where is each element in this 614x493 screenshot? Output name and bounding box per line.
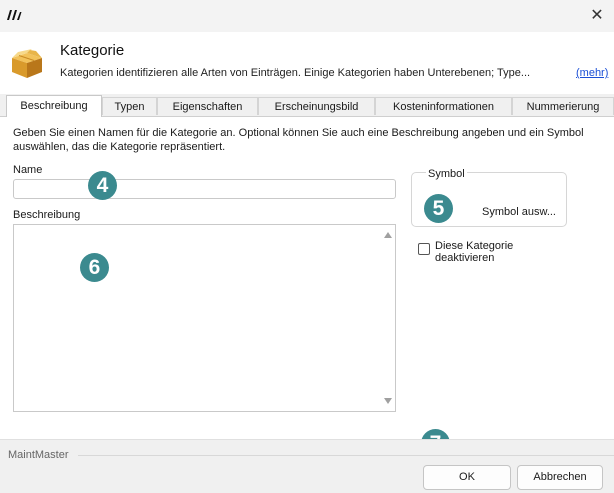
annotation-badge-6: 6 xyxy=(80,253,109,282)
tab-beschreibung[interactable]: Beschreibung xyxy=(6,95,102,117)
disable-category-label: Diese Kategorie deaktivieren xyxy=(435,240,514,264)
tab-bar: Beschreibung Typen Eigenschaften Erschei… xyxy=(0,95,614,117)
symbol-group-label: Symbol xyxy=(426,168,467,180)
footer-divider xyxy=(78,455,614,456)
intro-text: Geben Sie einen Namen für die Kategorie … xyxy=(13,127,584,153)
tab-typen[interactable]: Typen xyxy=(102,97,157,115)
brand-label: MaintMaster xyxy=(8,449,69,461)
dialog-header: Kategorie Kategorien identifizieren alle… xyxy=(0,32,614,94)
description-label: Beschreibung xyxy=(13,209,81,221)
dialog-footer: MaintMaster OK Abbrechen xyxy=(0,439,614,493)
tab-erscheinungsbild[interactable]: Erscheinungsbild xyxy=(258,97,375,115)
more-link[interactable]: (mehr) xyxy=(576,67,608,79)
title-bar: ✕ xyxy=(0,0,614,32)
maintmaster-logo-icon xyxy=(7,10,22,20)
close-icon: ✕ xyxy=(590,7,604,24)
choose-symbol-button[interactable]: Symbol ausw... xyxy=(482,206,556,218)
scroll-down-arrow-icon[interactable] xyxy=(384,398,392,404)
annotation-badge-4: 4 xyxy=(88,171,117,200)
dialog-title: Kategorie xyxy=(60,42,125,59)
cancel-button[interactable]: Abbrechen xyxy=(517,465,603,490)
name-label: Name xyxy=(13,164,43,176)
package-box-icon xyxy=(12,49,42,78)
disable-category-checkbox[interactable] xyxy=(418,243,430,255)
dialog-description: Kategorien identifizieren alle Arten von… xyxy=(60,67,531,79)
annotation-badge-5: 5 xyxy=(424,194,453,223)
name-input[interactable] xyxy=(13,179,396,199)
description-textarea[interactable] xyxy=(13,224,396,412)
scroll-up-arrow-icon[interactable] xyxy=(384,232,392,238)
tab-eigenschaften[interactable]: Eigenschaften xyxy=(157,97,258,115)
tab-kosteninformationen[interactable]: Kosteninformationen xyxy=(375,97,512,115)
ok-button[interactable]: OK xyxy=(423,465,511,490)
description-scrollbar[interactable] xyxy=(381,225,395,411)
close-button[interactable]: ✕ xyxy=(588,7,606,25)
tab-nummerierung[interactable]: Nummerierung xyxy=(512,97,614,115)
